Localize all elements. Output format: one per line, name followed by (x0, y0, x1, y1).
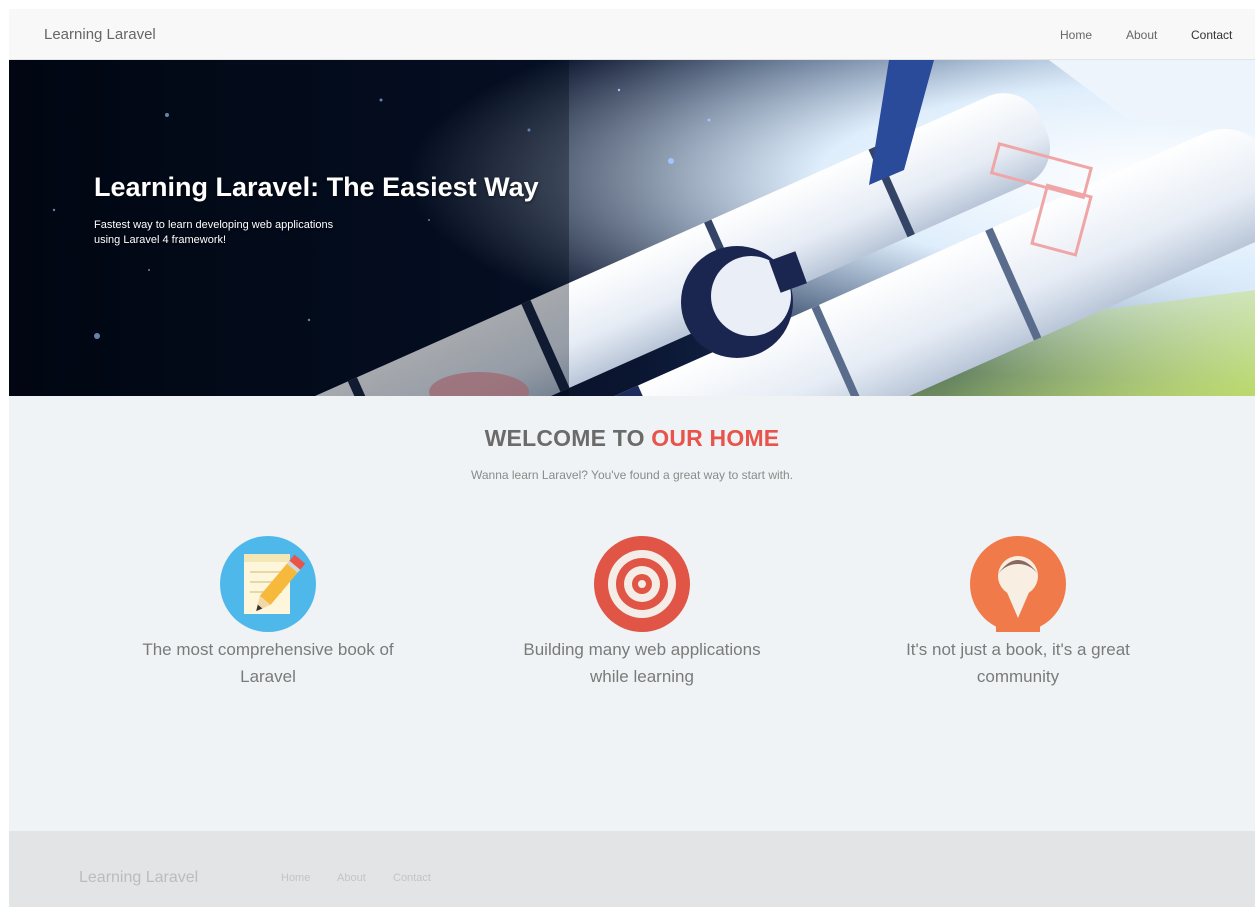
feature-community-text: It's not just a book, it's a great commu… (853, 636, 1183, 690)
feature-community-line-1: It's not just a book, it's a great (906, 640, 1130, 659)
hero-title: Learning Laravel: The Easiest Way (94, 172, 539, 202)
feature-community-line-2: community (976, 667, 1060, 686)
page: Learning Laravel Home About Contact Lear… (9, 9, 1255, 907)
feature-apps: Building many web applications while lea… (477, 536, 807, 690)
footer-link-home[interactable]: Home (281, 872, 310, 884)
target-icon (594, 536, 690, 632)
nav-link-about[interactable]: About (1126, 28, 1157, 42)
feature-book-text: The most comprehensive book of Laravel (103, 636, 433, 690)
welcome-subtitle: Wanna learn Laravel? You've found a grea… (470, 468, 794, 482)
community-person-icon (970, 536, 1066, 632)
hero-subtitle-line-1: Fastest way to learn developing web appl… (94, 219, 334, 231)
hero-subtitle: Fastest way to learn developing web appl… (94, 218, 414, 248)
welcome-heading-accent: OUR HOME (651, 425, 780, 451)
feature-apps-line-1: Building many web applications (523, 640, 761, 659)
feature-apps-line-2: while learning (590, 667, 694, 686)
nav-link-home[interactable]: Home (1060, 28, 1092, 42)
feature-community: It's not just a book, it's a great commu… (853, 536, 1183, 690)
pencil-note-icon (220, 536, 316, 632)
footer-link-contact[interactable]: Contact (393, 872, 431, 884)
footer-brand[interactable]: Learning Laravel (79, 869, 198, 887)
hero-banner: Learning Laravel: The Easiest Way Fastes… (9, 60, 1255, 396)
feature-book-line-2: Laravel (240, 667, 296, 686)
welcome-heading: WELCOME TO OUR HOME (9, 425, 1255, 452)
footer: Learning Laravel Home About Contact (9, 831, 1255, 907)
welcome-heading-part: WELCOME TO (484, 425, 652, 451)
footer-link-about[interactable]: About (337, 872, 366, 884)
nav-link-contact[interactable]: Contact (1191, 28, 1232, 42)
top-navbar: Learning Laravel Home About Contact (9, 9, 1255, 60)
feature-book-line-1: The most comprehensive book of (142, 640, 394, 659)
feature-book: The most comprehensive book of Laravel (103, 536, 433, 690)
navbar-brand[interactable]: Learning Laravel (44, 26, 156, 43)
hero-subtitle-line-2: using Laravel 4 framework! (94, 234, 227, 246)
feature-apps-text: Building many web applications while lea… (477, 636, 807, 690)
